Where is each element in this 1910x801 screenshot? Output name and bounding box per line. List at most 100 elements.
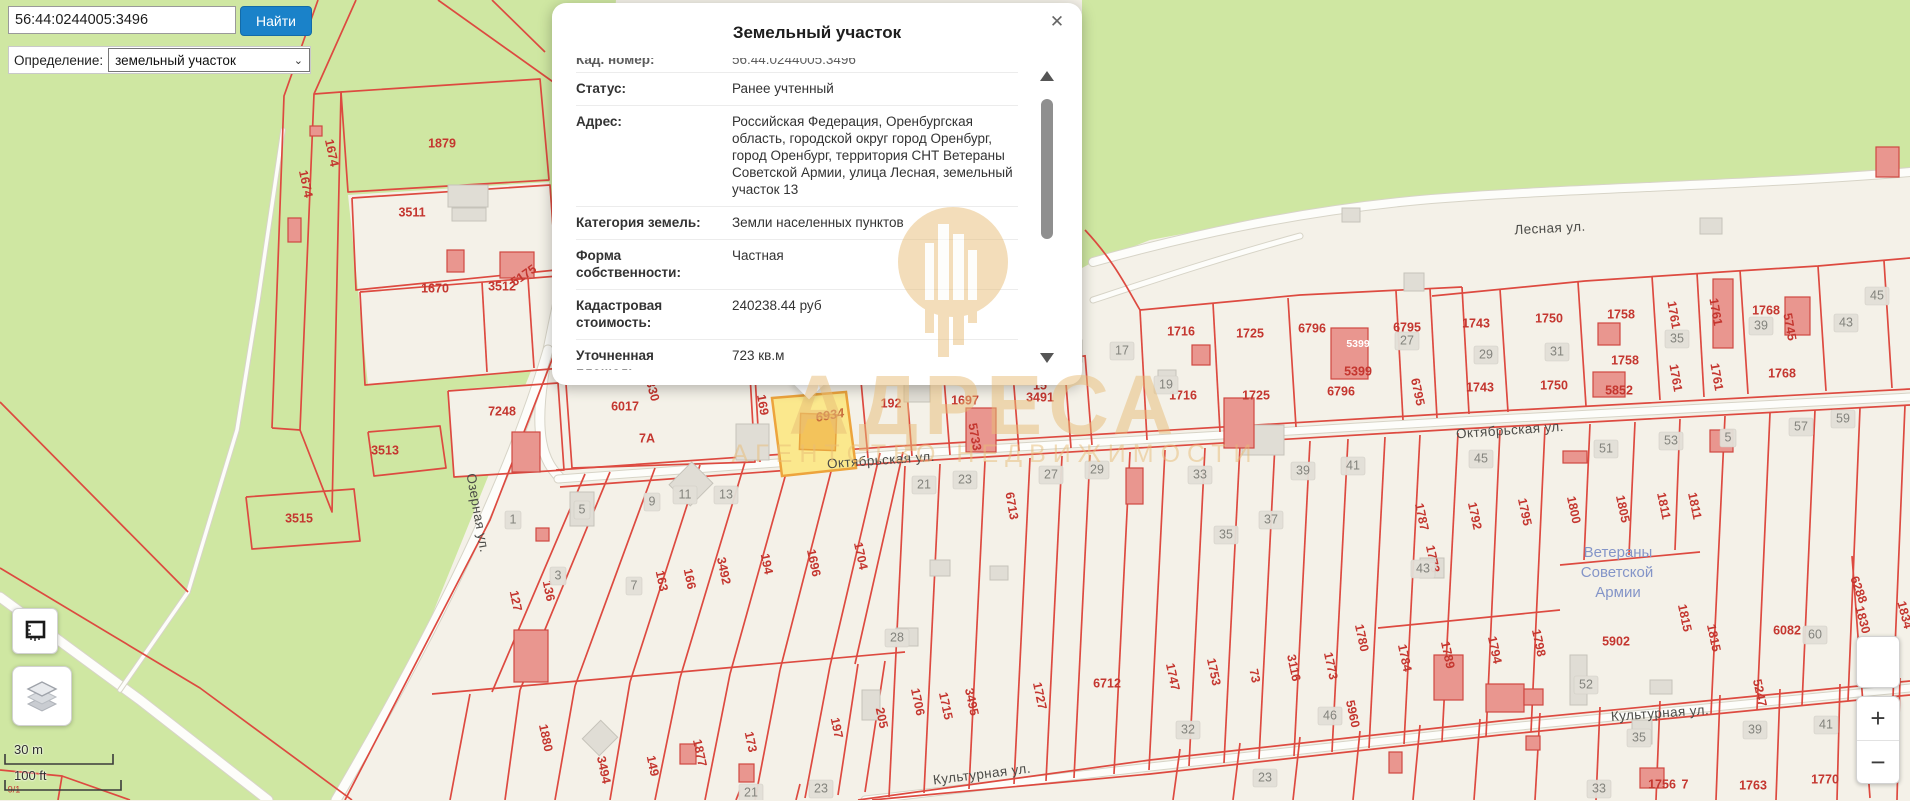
scroll-thumb[interactable] — [1041, 99, 1053, 239]
parcel-label: 1768 — [1768, 366, 1796, 380]
parcel-label: 7А — [639, 431, 655, 445]
popup-title: Земельный участок — [552, 23, 1082, 43]
popup-row-label: Кадастровая стоимость: — [576, 297, 708, 331]
popup-scrollbar[interactable] — [1040, 71, 1054, 363]
scale-bar: 30 m 100 ft — [4, 740, 144, 801]
house-number: 39 — [1748, 722, 1762, 736]
definition-select[interactable]: земельный участок ⌄ — [108, 48, 310, 72]
house-number: 5 — [579, 502, 586, 516]
place-label: Советской — [1581, 564, 1653, 581]
house-number: 33 — [1193, 467, 1207, 481]
house-number: 45 — [1474, 451, 1488, 465]
definition-value: земельный участок — [115, 53, 236, 68]
house-number: 57 — [1794, 419, 1808, 433]
parcel-label: 3511 — [398, 205, 425, 219]
parcel-label: 1770 — [1811, 772, 1839, 786]
popup-row-value: 240238.44 руб — [732, 297, 1018, 331]
parcel-label: 192 — [881, 396, 902, 410]
house-number: 21 — [744, 785, 758, 799]
popup-row: Статус:Ранее учтенный — [576, 72, 1018, 105]
house-number: 7 — [631, 578, 638, 592]
house-number: 23 — [814, 781, 828, 795]
popup-row-value: 56:44:0244005:3496 — [732, 58, 1018, 72]
popup-row: Форма собственности: Частная — [576, 239, 1018, 289]
popup-row-label: Статус: — [576, 80, 708, 97]
search-bar: Найти — [8, 6, 312, 36]
popup-row-label: Форма собственности: — [576, 247, 708, 281]
house-number: 52 — [1579, 677, 1593, 691]
house-number: 33 — [1592, 781, 1606, 795]
house-number: 29 — [1479, 347, 1493, 361]
popup-row-label: Кад. номер: — [576, 58, 708, 72]
house-number: 43 — [1416, 561, 1430, 575]
scroll-down-icon[interactable] — [1040, 353, 1054, 363]
layers-button[interactable] — [12, 666, 72, 726]
parcel-label: 1697 — [951, 393, 979, 407]
house-number: 11 — [679, 487, 692, 501]
parcel-label: 7248 — [488, 404, 516, 418]
parcel-label: 1743 — [1466, 380, 1494, 394]
popup-row-value: Частная — [732, 247, 1018, 281]
popup-row: Адрес: Российская Федерация, Оренбургская… — [576, 105, 1018, 206]
parcel-label: 73 — [1246, 668, 1263, 685]
house-number: 39 — [1754, 318, 1768, 332]
popup-row-value: Российская Федерация, Оренбургская облас… — [732, 113, 1018, 198]
close-icon[interactable]: ✕ — [1046, 11, 1068, 33]
parcel-label: 1725 — [1236, 326, 1264, 340]
popup-row-value: Земли населенных пунктов — [732, 214, 1018, 231]
popup-row-label: Категория земель: — [576, 214, 708, 231]
parcel-label: 1750 — [1540, 378, 1568, 392]
zoom-in-button[interactable]: + — [1857, 697, 1899, 741]
house-number: 19 — [1159, 377, 1173, 391]
measure-icon — [22, 618, 48, 644]
house-number: 37 — [1264, 512, 1278, 526]
parcel-label: 1750 — [1535, 311, 1563, 325]
house-number: 41 — [1346, 458, 1360, 472]
house-number: 23 — [958, 472, 972, 486]
house-number: 29 — [1090, 462, 1104, 476]
popup-row-label: Адрес: — [576, 113, 708, 198]
locate-button[interactable] — [1856, 636, 1900, 688]
scale-imperial-label: 100 ft — [14, 768, 47, 783]
parcel-label: 1670 — [421, 281, 449, 295]
parcel-label: 1743 — [1462, 316, 1490, 330]
house-number: 1 — [510, 512, 517, 526]
parcel-label: 1725 — [1242, 388, 1270, 402]
parcel-info-popup: Земельный участок ✕ Кад. номер: 56:44:024… — [552, 3, 1082, 385]
parcel-label: 5399 — [1344, 364, 1372, 378]
house-number: 45 — [1870, 288, 1884, 302]
popup-row: Уточненная площадь:723 кв.м — [576, 339, 1018, 370]
house-number: 5 — [1725, 430, 1732, 444]
popup-row-label: Уточненная площадь: — [576, 347, 708, 370]
house-number: 27 — [1400, 333, 1414, 347]
parcel-label: 6017 — [611, 399, 639, 413]
search-button[interactable]: Найти — [240, 6, 312, 36]
parcel-label: 5852 — [1605, 383, 1633, 397]
parcel-label: 5902 — [1602, 634, 1630, 648]
house-number: 13 — [719, 487, 733, 501]
scale-metric-label: 30 m — [14, 742, 43, 757]
house-number: 27 — [1044, 467, 1058, 481]
scroll-up-icon[interactable] — [1040, 71, 1054, 81]
place-label: Армии — [1595, 584, 1640, 601]
parcel-label: 1756 — [1648, 777, 1676, 791]
house-number: 46 — [1323, 708, 1337, 722]
parcel-label: 6712 — [1093, 676, 1121, 690]
parcel-label: 6796 — [1298, 321, 1326, 335]
house-number: 41 — [1819, 717, 1833, 731]
house-number: 23 — [1258, 770, 1272, 784]
parcel-label: 3515 — [285, 511, 313, 525]
measure-area-button[interactable] — [12, 608, 58, 654]
parcel-label: 6796 — [1327, 384, 1355, 398]
house-number: 9 — [649, 494, 656, 508]
house-number: 60 — [1808, 627, 1822, 641]
house-number: 28 — [890, 630, 904, 644]
parcel-label: 1716 — [1167, 324, 1195, 338]
search-input[interactable] — [8, 6, 236, 34]
parcel-label: 1768 — [1752, 303, 1780, 317]
zoom-control: + − — [1856, 696, 1900, 784]
parcel-label: 1758 — [1607, 307, 1635, 321]
zoom-out-button[interactable]: − — [1857, 741, 1899, 784]
parcel-label: 7 — [1682, 777, 1689, 791]
parcel-label: 1879 — [428, 136, 456, 150]
